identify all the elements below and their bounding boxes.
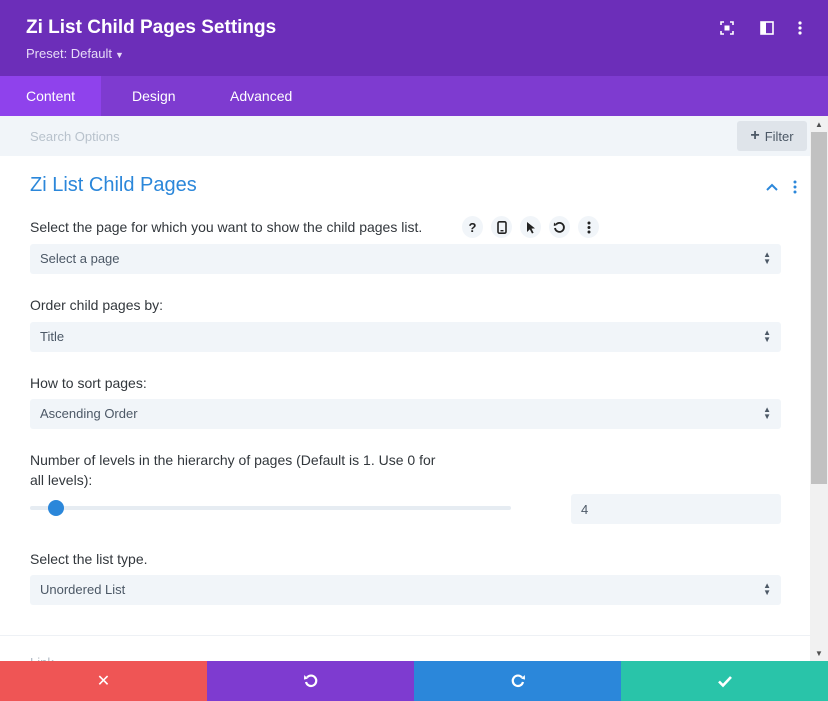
select-arrows-icon: ▲ ▼	[763, 405, 771, 421]
filter-button[interactable]: + Filter	[737, 121, 807, 151]
search-bar: + Filter	[0, 116, 810, 156]
select-arrows-icon: ▲ ▼	[763, 250, 771, 266]
modal-title: Zi List Child Pages Settings	[26, 17, 277, 38]
section-title[interactable]: Zi List Child Pages	[30, 174, 197, 197]
page-select[interactable]: Select a page ▲ ▼	[30, 244, 781, 274]
tab-content[interactable]: Content	[0, 76, 102, 116]
list-type-label: Select the list type.	[30, 551, 148, 567]
check-icon	[717, 676, 732, 688]
tab-bar: Content Design Advanced	[0, 76, 828, 116]
fullscreen-icon[interactable]	[717, 18, 737, 38]
field-tools: ?	[462, 216, 599, 238]
levels-slider-track[interactable]	[30, 506, 511, 510]
preset-dropdown[interactable]: Preset: Default ▼	[26, 46, 124, 61]
levels-slider-handle[interactable]	[48, 500, 64, 516]
plus-icon: +	[750, 127, 760, 144]
help-icon[interactable]: ?	[462, 216, 483, 238]
tab-advanced[interactable]: Advanced	[204, 76, 318, 116]
list-type-select[interactable]: Unordered List ▲ ▼	[30, 575, 781, 605]
action-footer: ✕	[0, 661, 828, 701]
caret-down-icon: ▼	[115, 50, 124, 60]
order-by-select[interactable]: Title ▲ ▼	[30, 322, 781, 352]
levels-input[interactable]	[571, 494, 781, 524]
save-button[interactable]	[621, 661, 828, 701]
select-arrows-icon: ▲ ▼	[763, 581, 771, 597]
page-select-value: Select a page	[40, 251, 120, 266]
sort-label: How to sort pages:	[30, 375, 147, 391]
scrollbar[interactable]: ▲ ▼	[810, 116, 828, 661]
undo-button[interactable]	[207, 661, 414, 701]
select-arrows-icon: ▲ ▼	[763, 328, 771, 344]
section-divider	[0, 635, 810, 636]
sort-value: Ascending Order	[40, 406, 138, 421]
levels-label-line2: all levels):	[30, 472, 93, 488]
search-input[interactable]	[30, 126, 630, 146]
more-vertical-icon[interactable]	[790, 18, 810, 38]
scroll-down-icon[interactable]: ▼	[810, 645, 828, 661]
undo-icon	[303, 674, 317, 688]
order-by-value: Title	[40, 329, 65, 344]
list-type-value: Unordered List	[40, 582, 126, 597]
redo-button[interactable]	[414, 661, 621, 701]
tab-design[interactable]: Design	[106, 76, 202, 116]
levels-label-line1: Number of levels in the hierarchy of pag…	[30, 452, 436, 468]
scroll-thumb[interactable]	[811, 132, 827, 484]
scroll-up-icon[interactable]: ▲	[810, 116, 828, 132]
mobile-icon[interactable]	[491, 216, 512, 238]
preset-label: Preset: Default	[26, 46, 112, 61]
page-select-label: Select the page for which you want to sh…	[30, 219, 423, 235]
reset-icon[interactable]	[549, 216, 570, 238]
discard-button[interactable]: ✕	[0, 661, 207, 701]
close-icon: ✕	[96, 673, 111, 690]
order-by-label: Order child pages by:	[30, 297, 164, 313]
split-view-icon[interactable]	[757, 18, 777, 38]
modal-header: Zi List Child Pages Settings Preset: Def…	[0, 0, 828, 76]
more-icon[interactable]	[578, 216, 599, 238]
section-more-icon[interactable]	[787, 178, 803, 196]
redo-icon	[511, 674, 525, 688]
sort-select[interactable]: Ascending Order ▲ ▼	[30, 399, 781, 429]
chevron-up-icon[interactable]	[764, 178, 780, 196]
filter-label: Filter	[764, 128, 794, 144]
cursor-icon[interactable]	[520, 216, 541, 238]
